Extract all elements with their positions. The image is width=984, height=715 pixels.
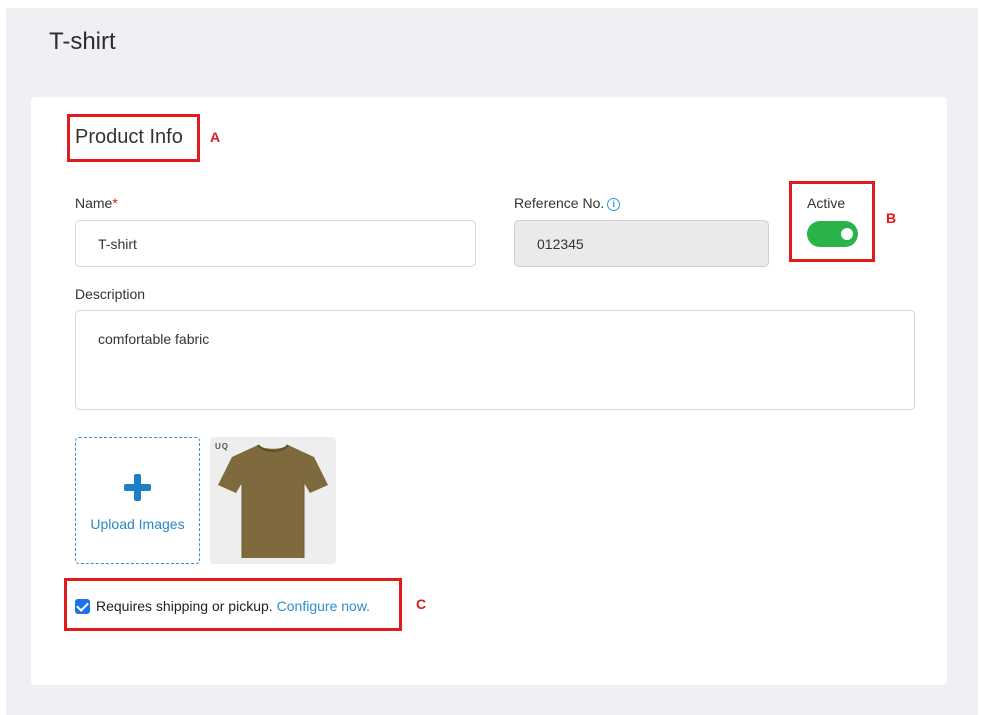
thumbnail-logo: UQ <box>215 442 229 451</box>
reference-input[interactable] <box>514 220 769 267</box>
upload-images-label: Upload Images <box>90 516 185 532</box>
reference-label: Reference No. i <box>514 195 621 211</box>
required-marker: * <box>112 195 118 211</box>
upload-images-button[interactable]: Upload Images <box>75 437 200 564</box>
description-label: Description <box>75 286 146 302</box>
annotation-box-b <box>789 181 875 262</box>
name-label: Name* <box>75 195 118 211</box>
annotation-label-a: A <box>210 129 221 145</box>
annotation-label-c: C <box>416 596 427 612</box>
annotation-box-a <box>67 114 200 162</box>
annotation-label-b: B <box>886 210 897 226</box>
plus-icon <box>124 474 151 501</box>
page-title: T-shirt <box>49 28 116 55</box>
info-icon[interactable]: i <box>607 198 621 211</box>
name-input[interactable] <box>75 220 476 267</box>
tshirt-image <box>218 444 328 558</box>
product-thumbnail[interactable]: UQ <box>210 437 336 564</box>
annotation-box-c <box>64 578 402 631</box>
description-textarea[interactable]: comfortable fabric <box>75 310 915 410</box>
